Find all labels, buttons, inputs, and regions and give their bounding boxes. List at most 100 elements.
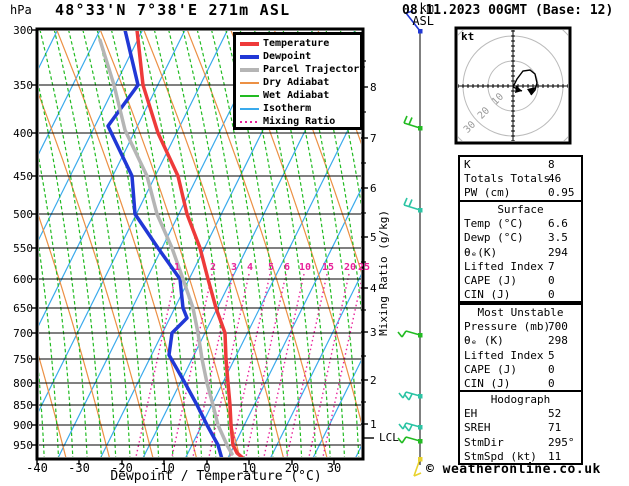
row-value: 52: [548, 407, 562, 421]
row-value: 46: [548, 172, 562, 186]
wet-adiabat-line: [96, 31, 160, 457]
legend-item: Dewpoint: [240, 50, 360, 63]
km-tick-label: 1: [370, 418, 377, 431]
row-label: CIN (J): [464, 376, 511, 390]
pressure-tick-label: 700: [13, 327, 33, 340]
km-tick-label: 4: [370, 282, 377, 295]
row-value: 298: [548, 334, 568, 348]
km-tick-label: 8: [370, 81, 377, 94]
table-row: StmDir 295°: [464, 436, 577, 450]
wind-barb: [398, 391, 423, 401]
legend-label: Isotherm: [263, 103, 312, 114]
copyright: © weatheronline.co.uk: [426, 462, 601, 477]
mixing-ratio-line: [245, 273, 287, 457]
mixing-ratio-value-label: 2: [209, 262, 217, 273]
table-row: EH 52: [464, 407, 577, 421]
dry-adiabat-swatch: [240, 81, 259, 84]
wind-barb: [413, 457, 423, 477]
row-label: CIN (J): [464, 288, 511, 302]
table-row: Dewp (°C) 3.5: [464, 231, 577, 245]
wet-adiabat-line: [39, 31, 102, 457]
mixing-ratio-line: [286, 273, 328, 457]
pressure-tick-label: 800: [13, 377, 33, 390]
pressure-tick-label: 900: [13, 419, 33, 432]
legend-label: Dewpoint: [263, 51, 312, 62]
mixing-ratio-value-label: 15: [321, 262, 335, 273]
mixing-ratio-value-label: 3: [230, 262, 238, 273]
row-label: Totals Totals: [464, 172, 551, 186]
mixing-ratio-swatch: [240, 120, 259, 123]
km-tick-label: 5: [370, 231, 377, 244]
legend-label: Parcel Trajectory: [263, 64, 366, 75]
table-row: Pressure (mb) 700: [464, 320, 577, 334]
mixing-ratio-value-label: 25: [357, 262, 371, 273]
row-value: 294: [548, 245, 568, 259]
row-value: 0.95: [548, 186, 575, 200]
row-value: 3.5: [548, 231, 568, 245]
wind-barb: [397, 330, 423, 338]
legend-item: Wet Adiabat: [240, 89, 360, 102]
legend-item: Dry Adiabat: [240, 76, 360, 89]
row-value: 7: [548, 259, 555, 273]
pressure-tick-label: 400: [13, 127, 33, 140]
legend-label: Wet Adiabat: [263, 90, 330, 101]
table-row: θₑ (K) 298: [464, 334, 577, 348]
pressure-tick-label: 550: [13, 242, 33, 255]
row-label: CAPE (J): [464, 362, 517, 376]
mixing-ratio-value-label: 4: [246, 262, 254, 273]
table-row: CAPE (J) 0: [464, 363, 577, 377]
pressure-unit-label: hPa: [10, 3, 32, 17]
isotherm-line: [39, 31, 228, 412]
pressure-tick-label: 950: [13, 439, 33, 452]
legend-item: Parcel Trajectory: [240, 63, 365, 76]
row-value: 0: [548, 362, 555, 376]
row-label: Temp (°C): [464, 217, 524, 231]
mixing-ratio-line: [229, 273, 271, 457]
table-header: Most Unstable: [477, 306, 564, 319]
row-value: 700: [548, 320, 568, 334]
table-row: SREH 71: [464, 421, 577, 435]
row-value: 295°: [548, 435, 575, 449]
row-value: 8: [548, 158, 555, 171]
wet-adiabat-swatch: [240, 94, 259, 97]
table-row: K8: [464, 158, 577, 172]
temp-tick-label: -30: [68, 461, 90, 475]
table-row: CIN (J) 0: [464, 377, 577, 391]
legend-item: Temperature: [240, 37, 360, 50]
km-tick-label: 3: [370, 326, 377, 339]
pressure-tick-label: 650: [13, 302, 33, 315]
pressure-tick-label: 350: [13, 79, 33, 92]
pressure-tick-label: 500: [13, 208, 33, 221]
data-table: Hodograph EH 52 SREH 71 StmDir 295° StmSpd (kt)…: [458, 390, 583, 465]
table-row: PW (cm) 0.95: [464, 186, 577, 200]
row-label: Pressure (mb): [464, 320, 551, 334]
table-row: θₑ(K) 294: [464, 246, 577, 260]
mixing-ratio-axis-label: Mixing Ratio (g/kg): [377, 210, 390, 336]
legend-item: Mixing Ratio: [240, 115, 360, 128]
isotherm-swatch: [240, 107, 259, 110]
legend-label: Temperature: [263, 38, 330, 49]
parcel-trajectory-swatch: [240, 67, 259, 72]
pressure-tick-label: 850: [13, 399, 33, 412]
row-label: PW (cm): [464, 186, 511, 200]
row-value: 0: [548, 273, 555, 287]
wet-adiabat-line: [68, 31, 131, 457]
km-tick-label: 7: [370, 132, 377, 145]
row-label: K: [464, 158, 471, 171]
row-label: StmDir: [464, 435, 504, 449]
hodograph-unit-label: kt: [461, 30, 475, 43]
row-label: EH: [464, 407, 478, 421]
pressure-tick-label: 300: [13, 24, 33, 37]
dry-adiabat-line: [56, 31, 197, 457]
row-value: 0: [548, 288, 555, 302]
mixing-ratio-value-label: 10: [298, 262, 312, 273]
legend-label: Mixing Ratio: [263, 116, 336, 127]
isotherm-line: [610, 28, 629, 460]
temperature-swatch: [240, 41, 259, 46]
km-tick-label: 2: [370, 374, 377, 387]
table-header: Hodograph: [490, 393, 551, 406]
x-axis-label: Dewpoint / Temperature (°C): [110, 469, 322, 484]
km-tick-label: 6: [370, 182, 377, 195]
wet-adiabat-line: [53, 31, 117, 457]
row-value: 6.6: [548, 217, 568, 231]
